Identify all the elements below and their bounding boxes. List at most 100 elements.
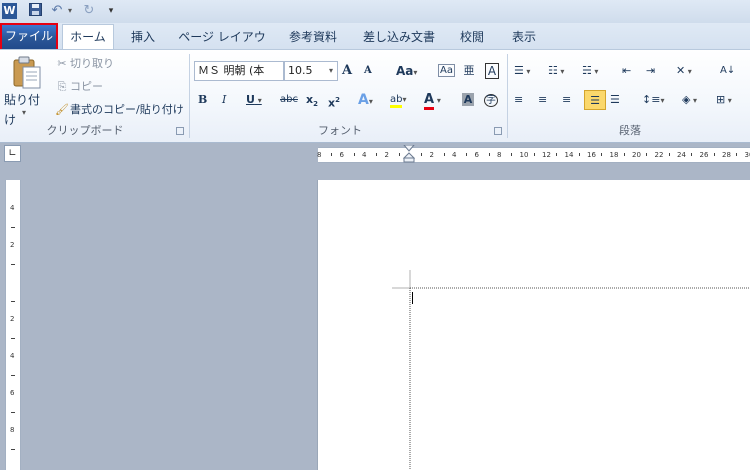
- numbering-button[interactable]: ☷ ▾: [548, 61, 578, 81]
- vertical-ruler[interactable]: 4 2 2 4 6 8: [5, 180, 21, 470]
- phonetic-guide-button[interactable]: 亜: [462, 61, 476, 81]
- ruler-tick: [11, 226, 15, 228]
- horizontal-ruler[interactable]: 864224681012141618202224262830: [317, 147, 750, 163]
- tab-page-layout[interactable]: ページ レイアウト: [176, 26, 268, 66]
- chevron-down-icon: ▾: [660, 96, 665, 105]
- decrease-indent-button[interactable]: ⇤: [622, 61, 638, 81]
- ruler-number: 12: [542, 151, 551, 159]
- clear-formatting-button[interactable]: Aa: [438, 61, 455, 81]
- justify-button[interactable]: ☰: [584, 90, 606, 110]
- font-name-value: ＭＳ 明朝 (本: [198, 64, 265, 77]
- multilevel-list-button[interactable]: ☵ ▾: [582, 61, 612, 81]
- shrink-font-icon: A: [364, 65, 372, 76]
- ruler-tick: [691, 153, 693, 156]
- redo-icon[interactable]: ↻: [82, 3, 96, 19]
- tab-view[interactable]: 表示: [506, 26, 542, 48]
- shrink-font-button[interactable]: A: [364, 61, 380, 81]
- font-size-combobox[interactable]: 10.5 ▾: [284, 61, 338, 81]
- borders-button[interactable]: ⊞ ▾: [716, 90, 744, 110]
- italic-button[interactable]: I: [222, 90, 236, 110]
- align-right-button[interactable]: ≡: [562, 90, 578, 110]
- ruler-number: 22: [654, 151, 664, 159]
- ruler-tick: [713, 153, 715, 156]
- tab-review[interactable]: 校閲: [456, 26, 488, 48]
- cut-button[interactable]: ✂ 切り取り: [54, 54, 184, 74]
- paste-dropdown-icon[interactable]: ▾: [22, 107, 32, 117]
- grow-font-button[interactable]: A: [342, 61, 358, 81]
- distributed-button[interactable]: ☰: [610, 90, 626, 110]
- subscript-button[interactable]: x2: [306, 90, 320, 110]
- character-border-button[interactable]: A: [484, 61, 500, 81]
- ruler-number: 24: [677, 151, 686, 159]
- bold-button[interactable]: B: [198, 90, 212, 110]
- character-shading-button[interactable]: A: [460, 90, 476, 110]
- strikethrough-button[interactable]: abc: [280, 90, 300, 110]
- text-effects-button[interactable]: A▾: [358, 90, 384, 110]
- clipboard-dialog-launcher-icon[interactable]: [176, 127, 184, 135]
- strikethrough-icon: abc: [280, 94, 298, 105]
- change-case-button[interactable]: Aa▾: [396, 61, 426, 81]
- ruler-tick: [533, 153, 535, 156]
- ruler-tick: [11, 263, 15, 265]
- ruler-number: 16: [587, 151, 596, 159]
- copy-button[interactable]: ⎘ コピー: [54, 77, 184, 97]
- ruler-tick: [578, 153, 580, 156]
- distributed-icon: ☰: [610, 93, 620, 106]
- paste-icon[interactable]: [10, 56, 44, 90]
- increase-indent-button[interactable]: ⇥: [646, 61, 662, 81]
- customize-qat-icon[interactable]: ▾: [106, 3, 116, 19]
- text-boundary: [392, 270, 750, 470]
- document-page[interactable]: [318, 180, 750, 470]
- ruler-number: 6: [339, 151, 344, 159]
- format-painter-button[interactable]: 🖌書式のコピー/貼り付け: [54, 100, 188, 120]
- save-icon[interactable]: [28, 3, 42, 19]
- font-color-button[interactable]: A ▾: [424, 90, 452, 110]
- clipboard-group-label: クリップボード: [46, 124, 124, 137]
- font-name-combobox[interactable]: ＭＳ 明朝 (本: [194, 61, 284, 81]
- character-border-icon: A: [484, 63, 500, 79]
- file-tab-highlight-box: [0, 23, 58, 51]
- align-left-button[interactable]: ≡: [514, 90, 530, 110]
- indent-marker-icon[interactable]: [402, 144, 416, 163]
- underline-button[interactable]: U ▾: [246, 90, 270, 110]
- font-size-value: 10.5: [288, 64, 313, 77]
- chevron-down-icon: ▾: [690, 96, 698, 105]
- ruler-number: 4: [10, 204, 15, 212]
- align-center-button[interactable]: ≡: [538, 90, 554, 110]
- ruler-tick: [443, 153, 445, 156]
- asian-layout-icon: ✕: [676, 64, 686, 77]
- tab-mailings[interactable]: 差し込み文書: [358, 26, 440, 48]
- sort-button[interactable]: A↓: [720, 61, 738, 81]
- ruler-tick: [668, 153, 670, 156]
- ruler-tick: [466, 153, 468, 156]
- line-spacing-button[interactable]: ↕≡▾: [642, 90, 670, 110]
- tab-references[interactable]: 参考資料: [284, 26, 342, 48]
- chevron-down-icon: ▾: [402, 95, 407, 104]
- font-group-label: フォント: [318, 124, 362, 137]
- asian-layout-button[interactable]: ✕ ▾: [676, 61, 704, 81]
- undo-icon[interactable]: ↶: [50, 3, 64, 19]
- ruler-number: 2: [429, 151, 434, 159]
- ruler-number: 6: [10, 389, 15, 397]
- shading-button[interactable]: ◈ ▾: [682, 90, 710, 110]
- ruler-tick: [376, 153, 378, 156]
- ruler-tick: [11, 411, 15, 413]
- font-dialog-launcher-icon[interactable]: [494, 127, 502, 135]
- tab-home[interactable]: ホーム: [62, 24, 114, 49]
- word-icon[interactable]: W: [2, 3, 17, 19]
- tab-insert[interactable]: 挿入: [126, 26, 160, 48]
- line-spacing-icon: ↕≡: [642, 93, 661, 106]
- align-center-icon: ≡: [538, 93, 548, 106]
- group-divider: [189, 54, 190, 138]
- italic-icon: I: [222, 93, 227, 106]
- ruler-number: 6: [474, 151, 479, 159]
- enclose-characters-button[interactable]: 字: [482, 90, 500, 110]
- bullets-button[interactable]: ☰ ▾: [514, 61, 544, 81]
- tab-selector-button[interactable]: ∟: [4, 145, 21, 162]
- chevron-down-icon: ▾: [523, 67, 531, 76]
- undo-dropdown-icon[interactable]: ▾: [66, 3, 74, 19]
- superscript-button[interactable]: x2: [328, 90, 342, 110]
- ruler-tick: [511, 153, 513, 156]
- highlight-color-button[interactable]: ab▾: [390, 90, 418, 110]
- ruler-tick: [646, 153, 648, 156]
